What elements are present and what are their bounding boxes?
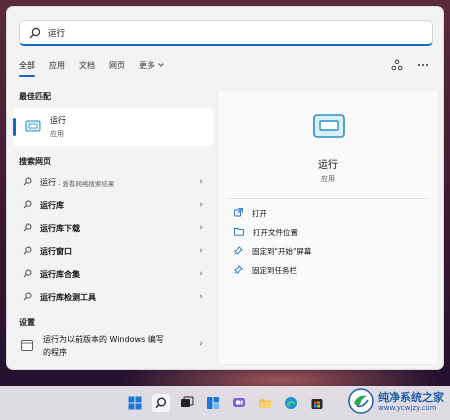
search-box[interactable] — [19, 20, 433, 46]
edge-icon[interactable] — [282, 394, 300, 412]
best-match-item[interactable]: 运行 应用 — [13, 108, 213, 146]
chevron-right-icon: › — [199, 223, 203, 233]
run-app-icon — [25, 119, 41, 135]
settings-heading: 设置 — [19, 318, 35, 327]
search-icon — [23, 177, 32, 188]
open-file-location-label: 打开文件位置 — [253, 227, 298, 237]
open-action[interactable]: 打开 — [234, 206, 267, 220]
chevron-down-icon — [157, 60, 165, 72]
selection-indicator — [13, 118, 16, 136]
search-icon — [23, 200, 32, 211]
watermark-logo — [348, 388, 374, 416]
web-result-item[interactable]: 运行库合集 › — [13, 263, 213, 286]
web-result-label: 运行库检测工具 — [40, 293, 96, 302]
widgets-icon[interactable] — [204, 394, 222, 412]
chevron-right-icon: › — [199, 292, 203, 302]
best-match-heading: 最佳匹配 — [19, 92, 51, 101]
pin-icon — [234, 245, 243, 257]
pin-to-start-action[interactable]: 固定到"开始"屏幕 — [234, 244, 311, 258]
best-match-title: 运行 — [50, 116, 66, 125]
settings-item-line1: 运行为以前版本的 Windows 编写 — [43, 335, 164, 344]
web-result-item[interactable]: 运行库检测工具 › — [13, 286, 213, 309]
settings-item[interactable]: 运行为以前版本的 Windows 编写 的程序 › — [13, 328, 213, 364]
search-icon — [28, 26, 42, 40]
best-match-subtitle: 应用 — [50, 130, 64, 138]
tab-more[interactable]: 更多 — [139, 60, 165, 78]
tab-more-label: 更多 — [139, 61, 155, 70]
chevron-right-icon: › — [199, 246, 203, 256]
pin-icon — [234, 264, 243, 276]
search-icon — [23, 269, 32, 280]
detail-title: 运行 — [318, 160, 338, 171]
filter-tabs: 全部 应用 文档 网页 更多 — [19, 60, 433, 80]
chat-icon[interactable] — [230, 394, 248, 412]
run-app-large-icon — [312, 112, 346, 142]
web-result-label: 运行库下载 — [40, 224, 80, 233]
search-icon — [23, 246, 32, 257]
windows-start-icon[interactable] — [126, 394, 144, 412]
compatibility-icon — [21, 339, 33, 353]
chevron-right-icon: › — [199, 269, 203, 279]
search-taskbar-icon[interactable] — [152, 394, 170, 412]
watermark: 纯净系统之家 www.ycwjzy.com — [348, 388, 444, 416]
watermark-title: 纯净系统之家 — [378, 391, 444, 404]
web-result-item[interactable]: 运行窗口 › — [13, 240, 213, 263]
task-view-icon[interactable] — [178, 394, 196, 412]
tab-documents[interactable]: 文档 — [79, 60, 95, 78]
web-result-item[interactable]: 运行库 › — [13, 194, 213, 217]
search-icon — [23, 223, 32, 234]
chevron-right-icon: › — [199, 200, 203, 210]
web-result-label: 运行库 — [40, 201, 64, 210]
pin-to-taskbar-label: 固定到任务栏 — [252, 265, 297, 275]
detail-pane: 运行 应用 打开 打开文件位置 固定到"开始"屏幕 固定到任务栏 — [217, 89, 439, 365]
tab-web[interactable]: 网页 — [109, 60, 125, 78]
web-search-heading: 搜索网页 — [19, 157, 51, 166]
store-icon[interactable] — [308, 394, 326, 412]
chevron-right-icon: › — [199, 339, 203, 349]
folder-icon — [234, 227, 244, 238]
web-result-subtext: - 查看网络搜索结果 — [58, 179, 115, 188]
tab-apps[interactable]: 应用 — [49, 60, 65, 78]
top-right-icons — [391, 59, 429, 71]
watermark-url: www.ycwjzy.com — [378, 404, 437, 412]
web-result-item[interactable]: 运行库下载 › — [13, 217, 213, 240]
search-panel: 全部 应用 文档 网页 更多 最佳匹配 运行 应用 — [6, 6, 444, 370]
chevron-right-icon: › — [199, 177, 203, 187]
open-file-location-action[interactable]: 打开文件位置 — [234, 225, 298, 239]
web-result-label: 运行 — [40, 178, 56, 187]
results-list: 最佳匹配 运行 应用 搜索网页 运行 - 查看网络搜索结果 › 运行库 › 运行… — [13, 91, 213, 364]
detail-subtitle: 应用 — [321, 175, 335, 183]
detail-divider — [228, 198, 428, 199]
web-result-label: 运行库合集 — [40, 270, 80, 279]
web-result-item[interactable]: 运行 - 查看网络搜索结果 › — [13, 171, 213, 194]
search-input[interactable] — [48, 27, 388, 38]
web-result-label: 运行窗口 — [40, 247, 72, 256]
more-icon[interactable] — [417, 59, 429, 71]
pin-to-taskbar-action[interactable]: 固定到任务栏 — [234, 263, 297, 277]
settings-item-line2: 的程序 — [43, 348, 67, 357]
share-icon[interactable] — [391, 59, 403, 71]
tab-all[interactable]: 全部 — [19, 60, 35, 78]
open-icon — [234, 207, 243, 219]
file-explorer-icon[interactable] — [256, 394, 274, 412]
pin-to-start-label: 固定到"开始"屏幕 — [252, 246, 312, 256]
search-icon — [23, 292, 32, 303]
open-label: 打开 — [252, 208, 267, 218]
